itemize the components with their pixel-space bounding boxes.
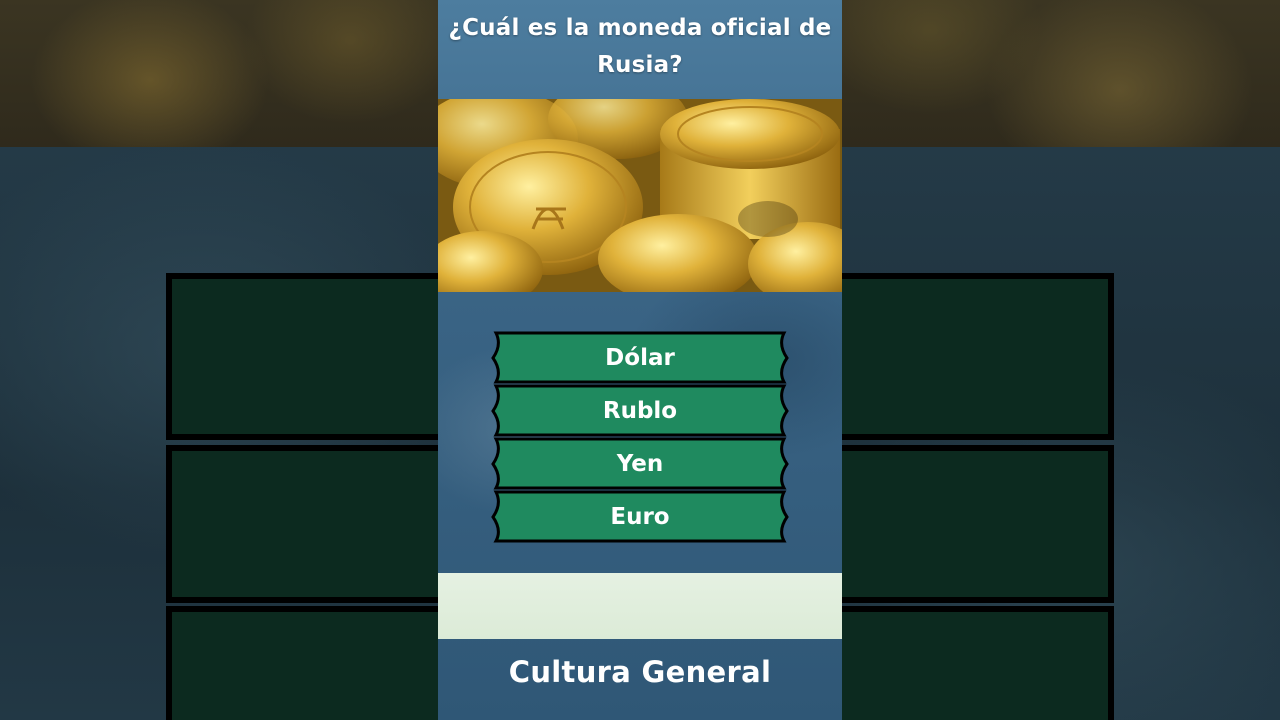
answer-reveal-strip xyxy=(438,573,842,639)
option-label: Yen xyxy=(616,450,664,477)
option-button-yen[interactable]: Yen xyxy=(490,437,790,490)
question-text: ¿Cuál es la moneda oficial de Rusia? xyxy=(448,15,832,78)
option-button-rublo[interactable]: Rublo xyxy=(490,384,790,437)
channel-footer-title: Cultura General xyxy=(508,655,772,689)
option-button-dolar[interactable]: Dólar xyxy=(490,331,790,384)
gold-coins-image xyxy=(438,99,842,292)
option-button-euro[interactable]: Euro xyxy=(490,490,790,543)
option-label: Rublo xyxy=(602,397,678,424)
option-label: Euro xyxy=(610,503,670,530)
coins-illustration xyxy=(438,99,842,292)
quiz-panel: ¿Cuál es la moneda oficial de Rusia? Dól… xyxy=(438,0,842,720)
option-label: Dólar xyxy=(605,344,675,371)
answer-options: Dólar Rublo Yen Euro xyxy=(490,331,790,543)
